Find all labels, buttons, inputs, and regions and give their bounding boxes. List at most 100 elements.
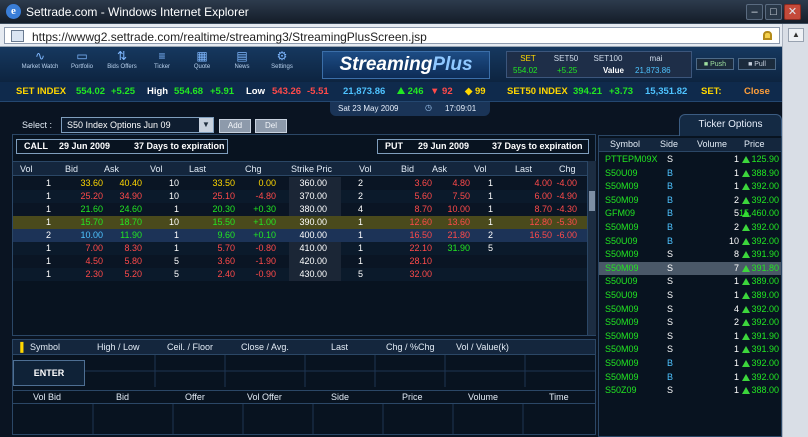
option-pbid: 12.60 <box>409 217 432 227</box>
option-pask: 4.80 <box>452 178 470 188</box>
option-row[interactable]: 1 21.60 24.60 1 20.30 +0.30 380.00 4 8.70 10.00 1 8… <box>13 203 587 216</box>
option-cbid: 10.00 <box>80 230 103 240</box>
option-pchg: -4.00 <box>556 178 577 188</box>
option-row[interactable]: 2 10.00 11.90 1 9.60 +0.10 400.00 1 16.50 21.80 2 1… <box>13 229 587 242</box>
ticker-row[interactable]: S50M09 B 2 392.00 <box>599 194 781 208</box>
option-pchg: -5.30 <box>556 217 577 227</box>
settings-button[interactable]: ⚙ Settings <box>262 50 302 80</box>
vol-offer-header: Vol Offer <box>247 392 282 402</box>
ticker-vol: 1 <box>733 371 739 382</box>
tab-set50[interactable]: SET50 <box>551 54 581 63</box>
set-index-label: SET INDEX <box>16 86 67 97</box>
ticker-row[interactable]: S50M09 B 1 392.00 <box>599 180 781 194</box>
tab-mai[interactable]: mai <box>641 54 671 63</box>
ticker-row[interactable]: S50U09 B 10 392.00 <box>599 235 781 249</box>
add-button[interactable]: Add <box>219 119 251 133</box>
ticker-row[interactable]: S50M09 S 2 392.00 <box>599 316 781 330</box>
tab-set[interactable]: SET <box>513 54 543 63</box>
option-cvol: 1 <box>45 269 51 279</box>
option-row[interactable]: 1 4.50 5.80 5 3.60 -1.90 420.00 1 28.10 <box>13 255 587 268</box>
ticker-row[interactable]: S50M09 B 1 392.00 <box>599 371 781 385</box>
push-button[interactable]: ■ Push <box>696 58 734 70</box>
ticker-row[interactable]: S50M09 S 1 391.90 <box>599 343 781 357</box>
symbol-headers: ▐ Symbol High / Low Ceil. / Floor Close … <box>13 340 595 355</box>
portfolio-button[interactable]: ▭ Portfolio <box>62 50 102 80</box>
ticker-row[interactable]: S50U09 B 1 388.90 <box>599 167 781 181</box>
ticker-price-header: Price <box>744 139 765 149</box>
del-button[interactable]: Del <box>255 119 287 133</box>
quote-button[interactable]: ▦ Quote <box>182 50 222 80</box>
series-select[interactable]: S50 Index Options Jun 09 ▼ <box>61 117 214 133</box>
option-pvol: 4 <box>357 204 363 214</box>
index-summary-box: SET SET50 SET100 mai 554.02 +5.25 Value … <box>506 51 692 78</box>
ticker-row[interactable]: GFM09 B 5 15,460.00 <box>599 207 781 221</box>
ticker-row[interactable]: S50M09 B 1 392.00 <box>599 357 781 371</box>
date-text: Sat 23 May 2009 <box>338 104 399 113</box>
url-field[interactable]: https://wwwg2.settrade.com/realtime/stre… <box>4 27 780 44</box>
high-change: +5.91 <box>210 86 235 97</box>
scroll-up-icon[interactable]: ▲ <box>788 28 804 42</box>
ticker-vol: 2 <box>733 222 739 232</box>
ticker-price: 392.00 <box>751 194 779 205</box>
pull-button[interactable]: ■ Pull <box>738 58 776 70</box>
close-button[interactable]: ✕ <box>784 4 801 20</box>
time-header: Time <box>549 392 569 402</box>
option-pbid: 3.60 <box>414 178 432 188</box>
outer-scrollbar[interactable]: ▲ <box>782 24 808 437</box>
tab-set100[interactable]: SET100 <box>593 54 623 63</box>
option-strike: 430.00 <box>299 269 327 279</box>
quote-label: Quote <box>193 64 211 70</box>
chevron-down-icon[interactable]: ▼ <box>199 118 213 132</box>
ticker-price: 392.00 <box>751 222 779 232</box>
options-scroll-thumb[interactable] <box>589 191 595 211</box>
ticker-row[interactable]: PTTEPM09X S 1 125.90 <box>599 153 781 167</box>
ticker-row[interactable]: S50U09 S 1 389.00 <box>599 275 781 289</box>
option-pvol: 1 <box>357 230 363 240</box>
ticker-price: 388.90 <box>751 167 779 178</box>
option-row[interactable]: 1 2.30 5.20 5 2.40 -0.90 430.00 5 32.00 <box>13 268 587 281</box>
low-label: Low <box>246 86 265 97</box>
up-arrow-icon <box>742 196 750 206</box>
ticker-side: S <box>667 344 674 355</box>
call-date: 29 Jun 2009 <box>59 141 111 151</box>
ticker-row[interactable]: S50M09 S 8 391.90 <box>599 248 781 262</box>
ticker-sym: S50U09 <box>605 235 638 246</box>
ticker-row[interactable]: S50Z09 S 1 388.00 <box>599 384 781 398</box>
ticker-vol: 1 <box>733 167 739 178</box>
ticker-row[interactable]: S50M09 S 7 391.80 <box>599 261 781 276</box>
market-watch-button[interactable]: ∿ Market Watch <box>20 50 60 80</box>
option-cask: 24.60 <box>119 204 142 214</box>
set-index-change: +5.25 <box>111 86 136 97</box>
price-header: Price <box>402 392 423 402</box>
option-row[interactable]: 1 7.00 8.30 1 5.70 -0.80 410.00 1 22.10 31.90 5 <box>13 242 587 255</box>
ticker-row[interactable]: S50U09 S 1 389.00 <box>599 289 781 303</box>
ticker-button[interactable]: ≡ Ticker <box>142 50 182 80</box>
option-plast: 16.50 <box>529 230 552 240</box>
minimize-button[interactable]: – <box>746 4 763 20</box>
option-pbid: 5.60 <box>414 191 432 201</box>
options-scrollbar[interactable] <box>587 161 596 335</box>
option-row[interactable]: 1 15.70 18.70 10 15.50 +1.00 390.00 1 12.60 13.60… <box>13 216 587 229</box>
news-button[interactable]: ▤ News <box>222 50 262 80</box>
option-row[interactable]: 1 25.20 34.90 10 25.10 -4.80 370.00 2 5.60 7.50 1 6… <box>13 190 587 203</box>
ticker-row[interactable]: S50M09 B 2 392.00 <box>599 221 781 235</box>
options-header-2: Ask <box>104 164 120 174</box>
tab-ticker-options[interactable]: Ticker Options <box>679 114 782 136</box>
option-cvol: 1 <box>45 191 51 201</box>
lock-icon[interactable] <box>763 31 772 40</box>
ie-logo-icon: e <box>6 4 21 19</box>
maximize-button[interactable]: □ <box>765 4 782 20</box>
option-cask: 8.30 <box>124 243 142 253</box>
up-arrow-icon <box>742 155 750 165</box>
symbol-header: Symbol <box>30 342 61 352</box>
set-value: 554.02 <box>513 66 538 75</box>
symbol-enter-input[interactable]: ENTER <box>13 360 85 386</box>
option-cask: 18.70 <box>119 217 142 227</box>
ticker-row[interactable]: S50M09 S 1 391.90 <box>599 330 781 344</box>
settings-label: Settings <box>271 64 293 70</box>
ticker-row[interactable]: S50M09 S 4 392.00 <box>599 303 781 317</box>
select-label: Select : <box>22 120 53 130</box>
option-row[interactable]: 1 33.60 40.40 10 33.50 0.00 360.00 2 3.60 4.80 1 4.… <box>13 177 587 190</box>
options-header-5: Chg <box>245 164 262 174</box>
bids-offers-button[interactable]: ⇅ Bids Offers <box>102 50 142 80</box>
